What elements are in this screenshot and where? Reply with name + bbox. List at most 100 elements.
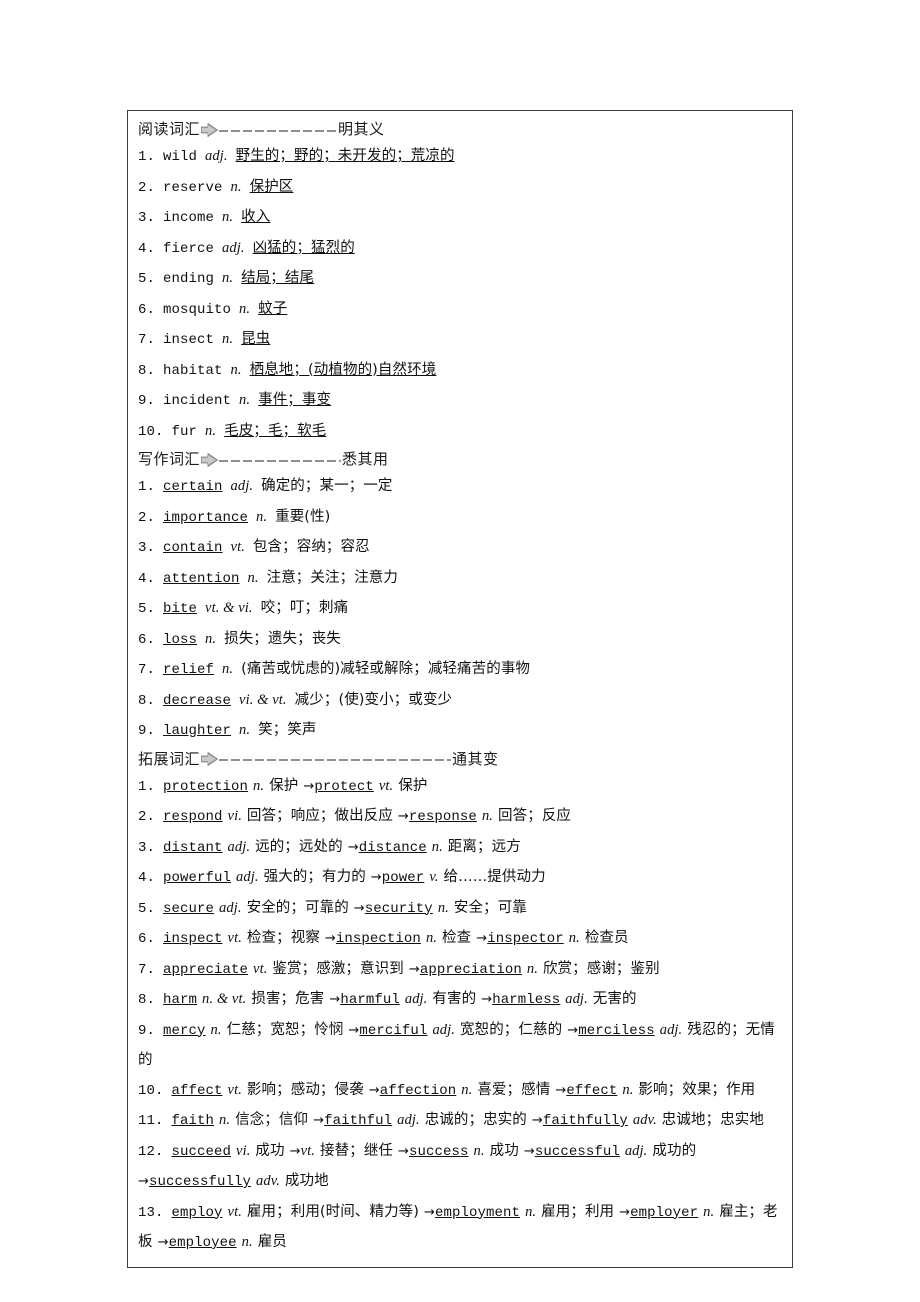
part-of-speech: vt. xyxy=(253,960,268,977)
part-of-speech: n. xyxy=(205,630,217,647)
derivation-arrow-icon: → xyxy=(353,900,365,916)
derivation-arrow-icon: → xyxy=(313,1113,325,1128)
vocab-word: attention xyxy=(163,570,240,587)
word-meaning: 宽恕的；仁慈的 xyxy=(460,1021,563,1038)
part-of-speech: n. xyxy=(210,1021,222,1038)
vocab-word: merciless xyxy=(578,1022,655,1039)
derivation-arrow-icon: → xyxy=(555,1082,567,1098)
entry-row: 13. employ vt. 雇用；利用(时间、精力等) →employment n. 雇用… xyxy=(138,1198,782,1259)
entry-number: 5. xyxy=(138,900,156,917)
entry-number: 9. xyxy=(138,1022,156,1039)
vocab-word: harmless xyxy=(492,992,561,1008)
entry-number: 4. xyxy=(138,240,156,257)
word-meaning: 检查员 xyxy=(584,930,629,946)
entry-row: 9. laughter n. 笑；笑声 xyxy=(138,716,782,747)
derivation-arrow-icon: → xyxy=(523,1143,535,1159)
entry-number: 10. xyxy=(138,1082,164,1099)
entry-row: 6. mosquito n. 蚊子 xyxy=(138,295,782,326)
part-of-speech: n. xyxy=(437,899,449,916)
word-meaning: 信念；信仰 xyxy=(235,1112,309,1128)
entry-row: 7. appreciate vt. 鉴赏；感激；意识到 →appreciation n. 欣… xyxy=(138,955,782,986)
word-meaning: 损失；遗失；丧失 xyxy=(224,630,341,647)
entry-number: 9. xyxy=(138,393,156,409)
entry-number: 2. xyxy=(138,509,156,526)
derivation-arrow-icon: → xyxy=(368,1082,380,1098)
part-of-speech: n. xyxy=(239,722,251,738)
part-of-speech: n. xyxy=(247,569,259,586)
word-meaning: 收入 xyxy=(241,209,271,225)
vocabulary-box: 阅读词汇 明其义 1. wild adj. 野生的；野的；未开发的；荒凉的 2. reserv… xyxy=(127,110,793,1268)
word-meaning: 安全；可靠 xyxy=(453,899,527,916)
word-meaning: 保护 xyxy=(269,777,299,794)
vocab-word: ending xyxy=(163,271,215,287)
word-meaning: 影响；感动；侵袭 xyxy=(246,1081,364,1098)
part-of-speech: adj. xyxy=(230,478,254,494)
word-meaning: 检查；视察 xyxy=(246,930,320,946)
vocab-word: protection xyxy=(163,778,249,795)
entry-number: 5. xyxy=(138,601,156,617)
derivation-arrow-icon: → xyxy=(481,992,493,1007)
word-meaning: 无害的 xyxy=(592,991,637,1007)
section-header-reading: 阅读词汇 明其义 xyxy=(138,117,782,142)
derivation-arrow-icon: → xyxy=(476,931,488,946)
derivation-arrow-icon: → xyxy=(157,1235,169,1250)
word-meaning: 有害的 xyxy=(432,991,477,1007)
vocab-word: appreciate xyxy=(163,961,249,978)
entry-row: 12. succeed vi. 成功 →vt. 接替；继任 →success n. 成功 →suc… xyxy=(138,1137,782,1198)
vocab-word: reserve xyxy=(163,179,223,196)
part-of-speech: adj. xyxy=(227,838,251,855)
entry-number: 12. xyxy=(138,1143,164,1160)
entry-number: 1. xyxy=(138,479,156,495)
vocab-word: income xyxy=(163,210,215,226)
word-meaning: 成功地 xyxy=(284,1173,329,1189)
word-meaning: 忠诚地；忠实地 xyxy=(661,1112,764,1128)
entry-row: 9. mercy n. 仁慈；宽恕；怜悯 →merciful adj. 宽恕的；仁慈的 →me… xyxy=(138,1016,782,1076)
entry-number: 5. xyxy=(138,271,156,287)
part-of-speech: n. xyxy=(241,1234,253,1250)
word-meaning: 雇用；利用 xyxy=(541,1203,615,1220)
vocab-word: employer xyxy=(630,1204,699,1221)
vocab-word: power xyxy=(381,870,425,886)
word-meaning: 回答；反应 xyxy=(498,808,572,824)
derivation-arrow-icon: → xyxy=(348,1022,360,1038)
entry-number: 7. xyxy=(138,332,156,348)
vocab-word: laughter xyxy=(163,723,232,739)
word-meaning: 重要(性) xyxy=(275,508,331,525)
vocab-word: fierce xyxy=(163,240,215,257)
section-header-writing: 写作词汇 悉其用 xyxy=(138,447,782,472)
part-of-speech: n. xyxy=(222,209,234,225)
part-of-speech: adj. xyxy=(659,1021,683,1038)
word-meaning: 仁慈；宽恕；怜悯 xyxy=(226,1021,344,1038)
entry-number: 6. xyxy=(138,301,156,318)
vocab-word: affection xyxy=(379,1082,457,1099)
word-meaning: 成功的 xyxy=(652,1142,697,1159)
word-meaning: 确定的；某一；一定 xyxy=(261,478,393,494)
vocab-word: response xyxy=(408,809,477,825)
part-of-speech: adj. xyxy=(404,991,428,1007)
derivation-arrow-icon: → xyxy=(567,1022,579,1038)
entry-row: 2. importance n. 重要(性) xyxy=(138,503,782,534)
word-meaning: 毛皮；毛；软毛 xyxy=(224,422,327,439)
part-of-speech: vt. xyxy=(227,1081,242,1098)
derivation-arrow-icon: → xyxy=(397,809,409,824)
entry-row: 6. loss n. 损失；遗失；丧失 xyxy=(138,625,782,656)
derivation-arrow-icon: → xyxy=(370,870,382,885)
right-arrow-icon xyxy=(201,452,219,467)
part-of-speech: vi. xyxy=(236,1142,251,1159)
vocab-word: faithful xyxy=(324,1113,393,1129)
vocab-word: relief xyxy=(163,662,215,678)
vocab-word: protect xyxy=(314,778,374,795)
part-of-speech: vi. & vt. xyxy=(239,691,287,708)
part-of-speech: adv. xyxy=(256,1173,280,1189)
vocab-word: powerful xyxy=(163,870,232,886)
word-meaning: 雇员 xyxy=(257,1234,287,1250)
part-of-speech: n. xyxy=(253,777,265,794)
part-of-speech: n. xyxy=(239,300,251,317)
vocab-word: certain xyxy=(163,479,223,495)
part-of-speech: adj. xyxy=(397,1112,420,1128)
entry-row: 4. powerful adj. 强大的；有力的 →power v. 给……提供动力 xyxy=(138,863,782,894)
derivation-arrow-icon: → xyxy=(289,1143,301,1159)
derivation-arrow-icon: → xyxy=(531,1113,543,1128)
vocab-word: distance xyxy=(358,839,427,856)
part-of-speech: adj. xyxy=(565,991,588,1007)
